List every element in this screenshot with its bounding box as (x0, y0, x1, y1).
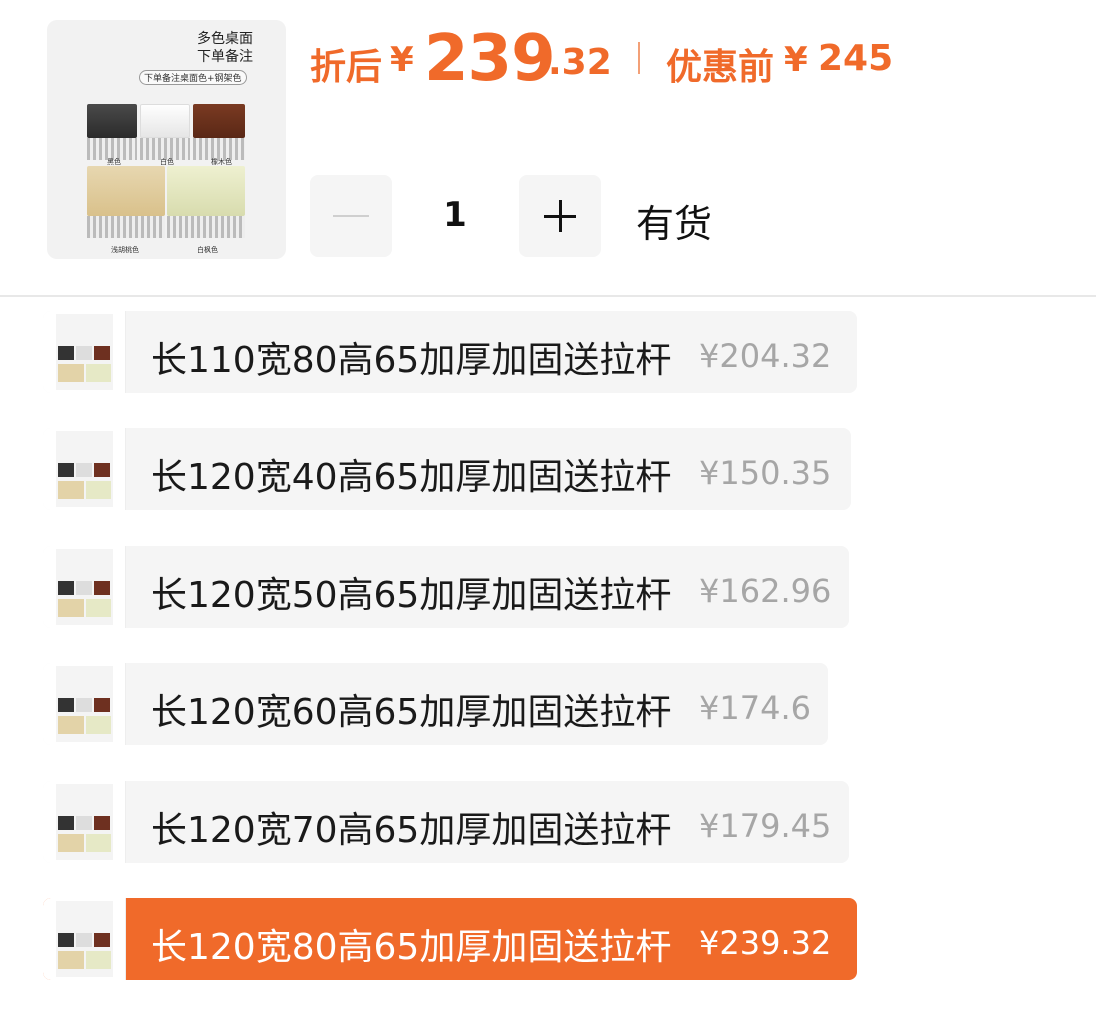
table-legs (87, 216, 165, 238)
image-badge: 下单备注桌面色+钢架色 (139, 70, 247, 85)
variant-thumbnail (43, 546, 126, 628)
variant-thumbnail-image (56, 784, 113, 860)
variant-price: ¥174.6 (699, 689, 811, 727)
variant-thumbnail-image (56, 431, 113, 507)
tile-label: 白枫色 (197, 246, 218, 254)
variant-price: ¥150.35 (699, 454, 832, 492)
variant-name: 长110宽80高65加厚加固送拉杆 (151, 340, 672, 381)
variant-thumbnail (43, 781, 126, 863)
swatch-black (87, 104, 137, 138)
variant-option[interactable]: 长110宽80高65加厚加固送拉杆 ¥204.32 (43, 311, 857, 393)
price-divider (638, 42, 640, 74)
variant-name: 长120宽70高65加厚加固送拉杆 (151, 810, 672, 851)
variant-thumbnail-image (56, 666, 113, 742)
variant-thumbnail (43, 663, 126, 745)
variant-option[interactable]: 长120宽70高65加厚加固送拉杆 ¥179.45 (43, 781, 849, 863)
table-legs (167, 216, 245, 238)
variant-thumbnail-image (56, 314, 113, 390)
variant-option[interactable]: 长120宽60高65加厚加固送拉杆 ¥174.6 (43, 663, 828, 745)
variant-thumbnail-image (56, 901, 113, 977)
variant-name: 长120宽80高65加厚加固送拉杆 (151, 927, 672, 968)
variant-thumbnail (43, 898, 126, 980)
plus-icon-vertical (559, 200, 562, 232)
section-divider (0, 295, 1096, 297)
tile-label: 浅胡桃色 (111, 246, 139, 254)
quantity-decrease-button[interactable] (310, 175, 392, 257)
product-image[interactable]: 多色桌面 下单备注 下单备注桌面色+钢架色 黑色 白色 橡木色 浅胡桃色 白枫色 (47, 20, 286, 259)
after-discount-label: 折后 (310, 47, 383, 88)
image-caption: 多色桌面 下单备注 (197, 30, 253, 66)
swatch-white (140, 104, 190, 138)
currency-symbol: ¥ (390, 40, 414, 80)
quantity-increase-button[interactable] (519, 175, 601, 257)
swatch-maple (167, 166, 245, 216)
image-caption-line1: 多色桌面 (197, 31, 253, 47)
swatch-oak (193, 104, 245, 138)
variant-price: ¥179.45 (699, 807, 832, 845)
image-caption-line2: 下单备注 (197, 49, 253, 65)
price-decimal: .32 (548, 42, 612, 83)
variant-name: 长120宽50高65加厚加固送拉杆 (151, 575, 672, 616)
currency-symbol: ¥ (784, 40, 808, 80)
variant-thumbnail (43, 311, 126, 393)
variant-option-selected[interactable]: 长120宽80高65加厚加固送拉杆 ¥239.32 (43, 898, 857, 980)
variant-price: ¥204.32 (699, 337, 832, 375)
price-integer: 239 (424, 22, 556, 96)
variant-thumbnail (43, 428, 126, 510)
quantity-value[interactable]: 1 (425, 195, 485, 235)
minus-icon (333, 215, 369, 217)
variant-price: ¥162.96 (699, 572, 832, 610)
variant-price: ¥239.32 (699, 924, 832, 962)
variant-option[interactable]: 长120宽40高65加厚加固送拉杆 ¥150.35 (43, 428, 851, 510)
variant-name: 长120宽40高65加厚加固送拉杆 (151, 457, 672, 498)
before-discount-label: 优惠前 (666, 47, 775, 88)
stock-status: 有货 (636, 202, 713, 246)
swatch-walnut (87, 166, 165, 216)
before-discount-value: 245 (818, 38, 894, 79)
variant-option[interactable]: 长120宽50高65加厚加固送拉杆 ¥162.96 (43, 546, 849, 628)
variant-name: 长120宽60高65加厚加固送拉杆 (151, 692, 672, 733)
variant-thumbnail-image (56, 549, 113, 625)
